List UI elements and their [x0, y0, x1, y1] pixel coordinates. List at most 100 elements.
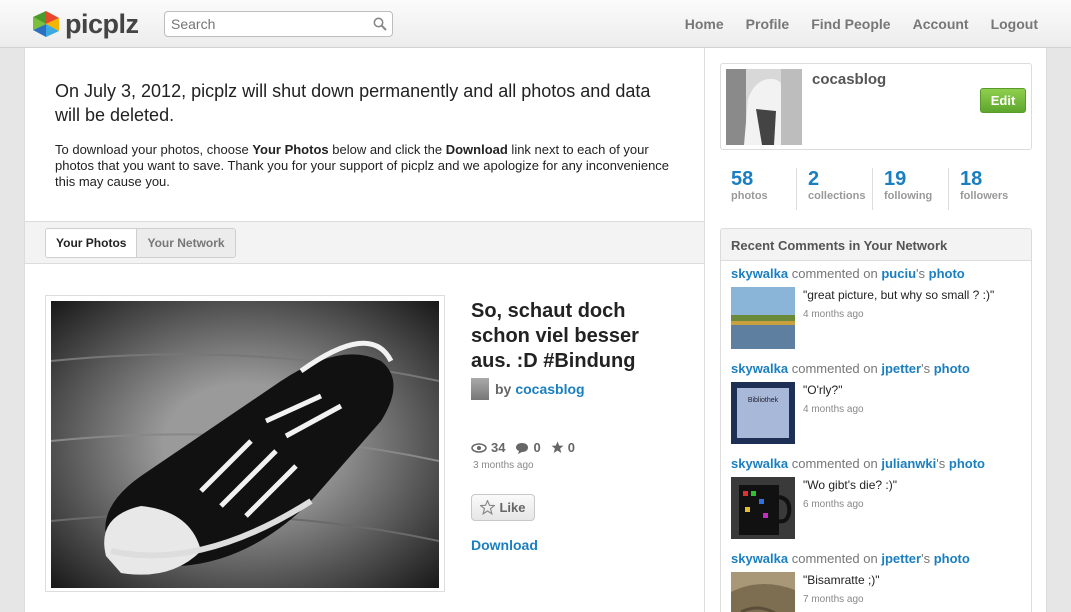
sign-thumbnail: Bibliothek	[731, 382, 795, 444]
main-nav: Home Profile Find People Account Logout	[685, 16, 1038, 32]
notice-text: below and click the	[328, 142, 446, 157]
comment-thumbnail[interactable]	[731, 572, 795, 612]
comment-text: "Wo gibt's die? :)"	[803, 478, 897, 492]
comment-time: 4 months ago	[803, 309, 864, 320]
comment-icon	[516, 442, 529, 454]
edit-button[interactable]: Edit	[980, 88, 1026, 113]
count-label: followers	[960, 190, 1009, 202]
notice-text: To download your photos, choose	[55, 142, 253, 157]
comment-line: skywalka commented on jpetter's photo	[731, 361, 970, 376]
post-time: 3 months ago	[473, 460, 534, 471]
owner-link[interactable]: puciu	[881, 266, 916, 281]
comment-thumbnail[interactable]	[731, 477, 795, 539]
possessive: 's	[921, 551, 931, 566]
comment-line: skywalka commented on julianwki's photo	[731, 456, 985, 471]
star-outline-icon	[480, 500, 496, 515]
nav-home[interactable]: Home	[685, 16, 724, 32]
notice-headline: On July 3, 2012, picplz will shut down p…	[55, 81, 651, 125]
search-box	[164, 11, 393, 37]
possessive: 's	[936, 456, 946, 471]
owner-link[interactable]: jpetter	[881, 551, 921, 566]
commenter-link[interactable]: skywalka	[731, 551, 788, 566]
photo-link[interactable]: photo	[934, 551, 970, 566]
author-avatar[interactable]	[471, 378, 489, 400]
views-count: 34	[491, 440, 506, 455]
sign-text: Bibliothek	[748, 397, 779, 404]
comment-verb: commented on	[791, 456, 878, 471]
comment-thumbnail[interactable]: Bibliothek	[731, 382, 795, 444]
profile-counts: 58 photos 2 collections 19 following 18 foll…	[720, 168, 1032, 210]
search-icon[interactable]	[373, 17, 387, 31]
comment-item: skywalka commented on jpetter's photo "B…	[721, 546, 1031, 612]
sneaker-image	[51, 301, 439, 588]
count-label: collections	[808, 190, 866, 202]
comment-time: 4 months ago	[803, 404, 864, 415]
likes-stat: 0	[551, 440, 575, 455]
profile-card: cocasblog Edit	[720, 63, 1032, 150]
commenter-link[interactable]: skywalka	[731, 266, 788, 281]
logo-icon	[33, 11, 59, 37]
count-photos[interactable]: 58 photos	[720, 168, 796, 210]
main-column: On July 3, 2012, picplz will shut down p…	[24, 48, 705, 612]
photo-link[interactable]: photo	[934, 361, 970, 376]
like-label: Like	[499, 500, 526, 515]
tabs-bar: Your Photos Your Network	[25, 222, 704, 264]
nav-logout[interactable]: Logout	[991, 16, 1038, 32]
comment-item: skywalka commented on julianwki's photo …	[721, 451, 1031, 546]
profile-username[interactable]: cocasblog	[812, 71, 886, 88]
notice-your-photos: Your Photos	[252, 142, 329, 157]
comment-text: "Bisamratte ;)"	[803, 573, 880, 587]
comment-item: skywalka commented on jpetter's photo Bi…	[721, 356, 1031, 451]
count-collections[interactable]: 2 collections	[796, 168, 872, 210]
nav-find-people[interactable]: Find People	[811, 16, 890, 32]
post-title: So, schaut doch schon viel besser aus. :…	[471, 300, 639, 372]
count-following[interactable]: 19 following	[872, 168, 948, 210]
tabs: Your Photos Your Network	[45, 228, 236, 258]
author-link[interactable]: cocasblog	[515, 381, 584, 397]
count-followers[interactable]: 18 followers	[948, 168, 1024, 210]
comment-time: 7 months ago	[803, 594, 864, 605]
comment-verb: commented on	[791, 551, 878, 566]
photo-link[interactable]: photo	[929, 266, 965, 281]
comment-line: skywalka commented on jpetter's photo	[731, 551, 970, 566]
tab-your-network[interactable]: Your Network	[136, 229, 235, 257]
shutdown-notice: On July 3, 2012, picplz will shut down p…	[25, 48, 704, 222]
photo-link[interactable]: photo	[949, 456, 985, 471]
recent-comments: Recent Comments in Your Network skywalka…	[720, 228, 1032, 612]
count-number: 18	[960, 168, 983, 190]
profile-avatar[interactable]	[726, 69, 802, 145]
byline-prefix: by	[495, 381, 512, 397]
recent-comments-heading: Recent Comments in Your Network	[721, 229, 1031, 261]
likes-count: 0	[567, 440, 575, 455]
nav-profile[interactable]: Profile	[746, 16, 790, 32]
notice-download: Download	[445, 142, 508, 157]
lake-thumbnail	[731, 287, 795, 349]
comment-verb: commented on	[791, 361, 878, 376]
logo[interactable]: picplz	[33, 10, 139, 38]
count-number: 19	[884, 168, 907, 190]
possessive: 's	[921, 361, 931, 376]
tab-your-photos[interactable]: Your Photos	[46, 229, 137, 257]
owner-link[interactable]: julianwki	[881, 456, 936, 471]
search-input[interactable]	[165, 12, 365, 36]
comment-thumbnail[interactable]	[731, 287, 795, 349]
count-number: 2	[808, 168, 820, 190]
comment-verb: commented on	[791, 266, 878, 281]
comment-time: 6 months ago	[803, 499, 864, 510]
comment-line: skywalka commented on puciu's photo	[731, 266, 965, 281]
like-button[interactable]: Like	[471, 494, 535, 521]
count-label: following	[884, 190, 933, 202]
owner-link[interactable]: jpetter	[881, 361, 921, 376]
profile-photo	[726, 69, 802, 145]
download-link[interactable]: Download	[471, 537, 538, 553]
photo-frame	[45, 295, 445, 592]
nav-account[interactable]: Account	[913, 16, 969, 32]
logo-text: picplz	[65, 9, 139, 39]
comment-text: "great picture, but why so small ? :)"	[803, 288, 995, 302]
views-stat: 34	[471, 440, 505, 455]
commenter-link[interactable]: skywalka	[731, 361, 788, 376]
sneaker-photo[interactable]	[51, 301, 439, 588]
star-icon	[551, 441, 564, 453]
top-bar: picplz Home Profile Find People Account …	[0, 0, 1071, 48]
commenter-link[interactable]: skywalka	[731, 456, 788, 471]
